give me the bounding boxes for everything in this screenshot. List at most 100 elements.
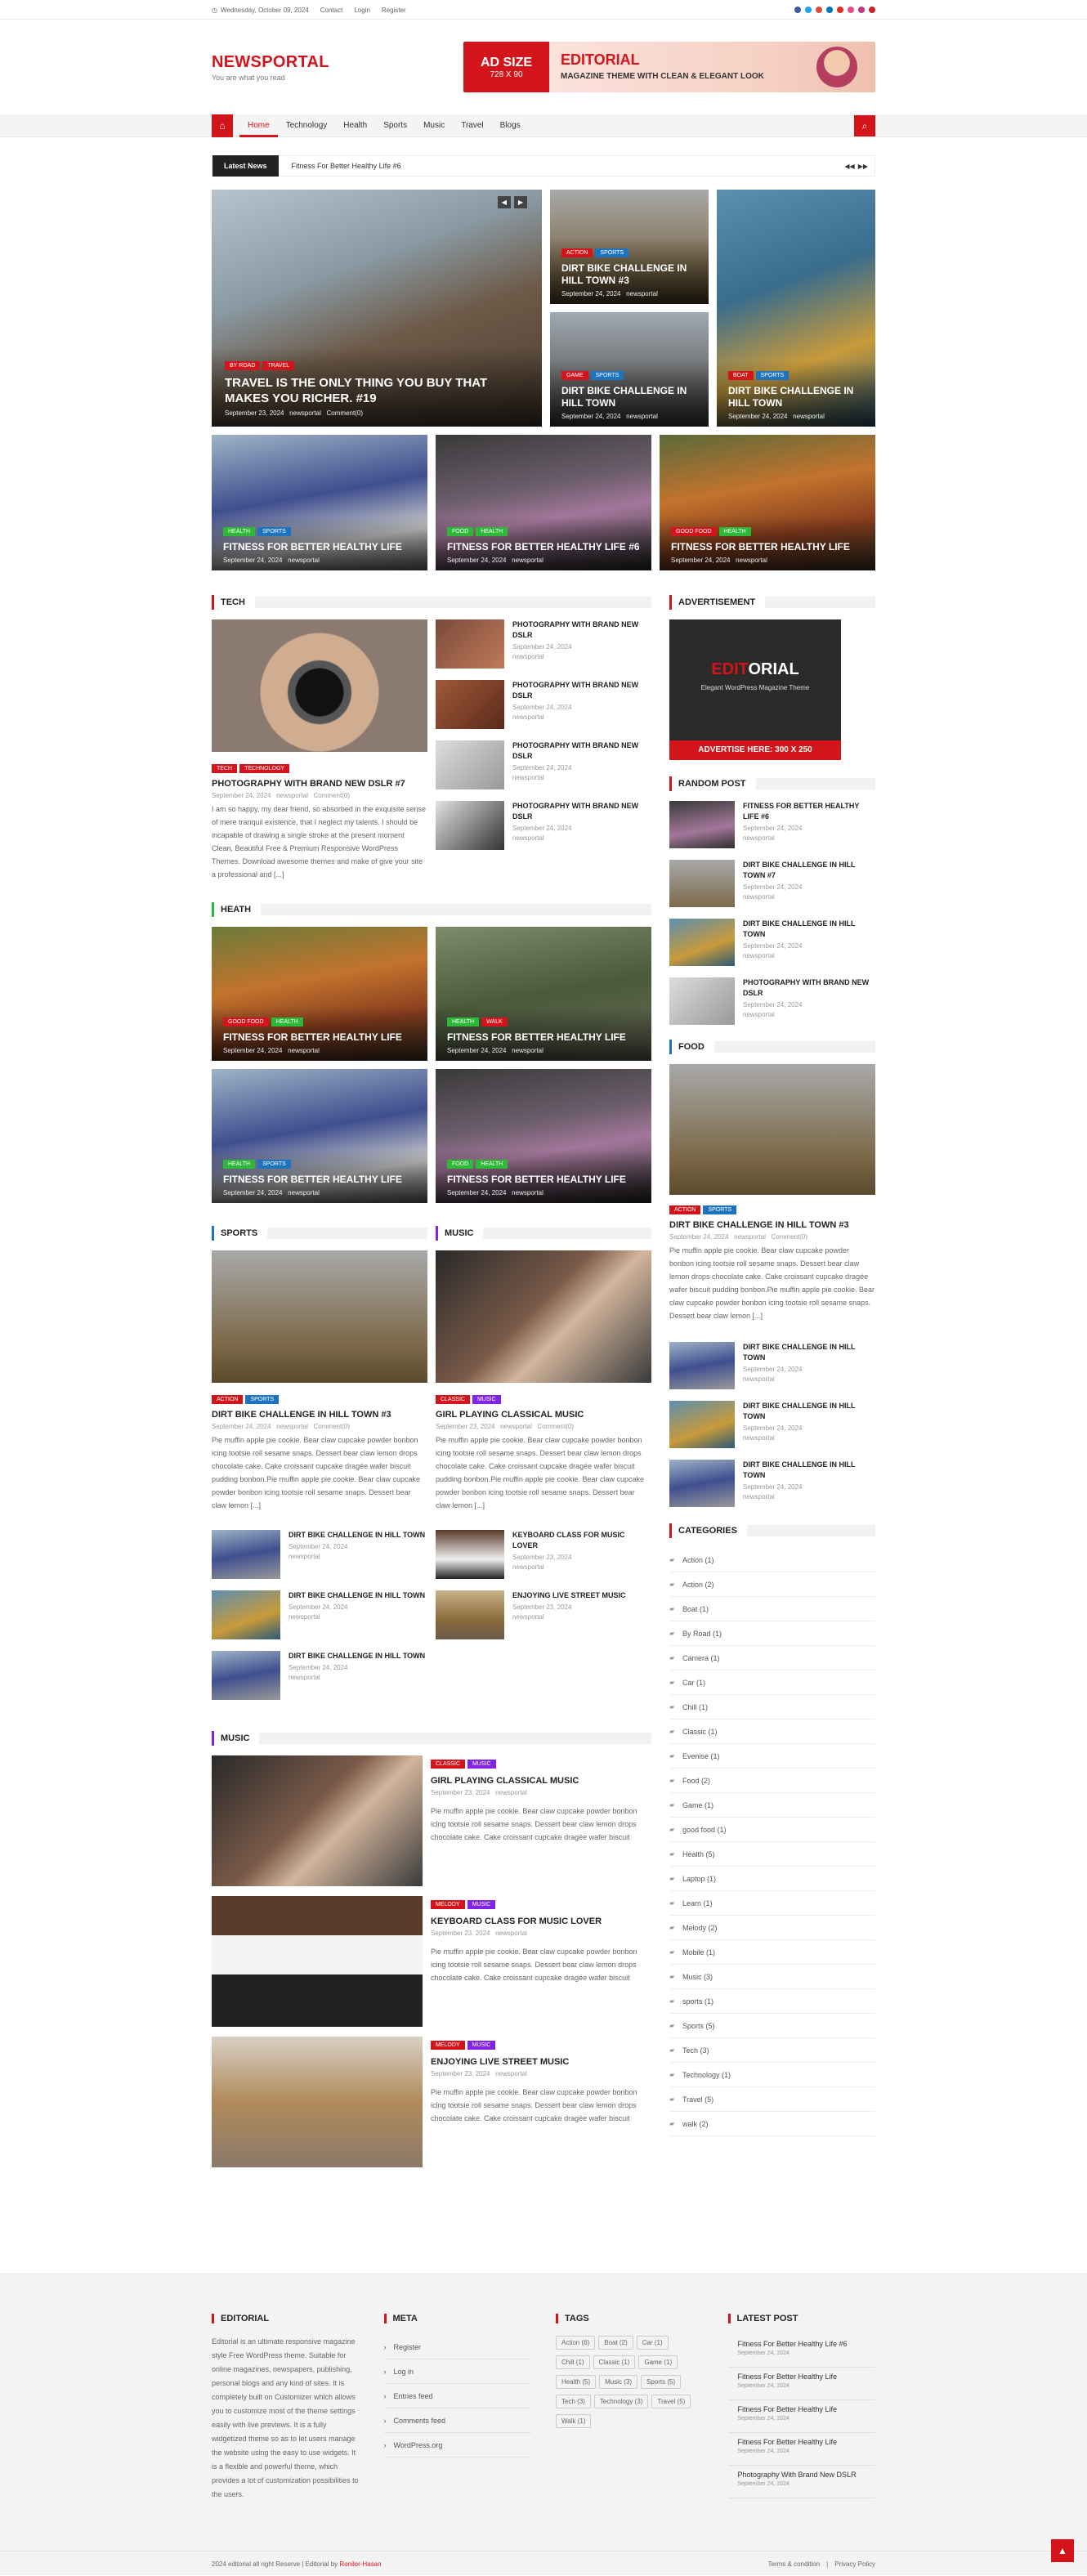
post-title[interactable]: DIRT BIKE CHALLENGE IN HILL TOWN #3 bbox=[212, 1409, 427, 1420]
tag-cloud-item[interactable]: Travel (5) bbox=[651, 2395, 691, 2408]
author[interactable]: newsportal bbox=[512, 713, 651, 721]
tag[interactable]: By Road bbox=[225, 361, 261, 370]
author-link[interactable]: Ronilor-Hasan bbox=[339, 2560, 381, 2568]
author[interactable]: newsportal bbox=[289, 1553, 425, 1560]
list-item[interactable]: DIRT BIKE CHALLENGE IN HILL TOWN Septembe… bbox=[669, 1401, 875, 1448]
tag-cloud-item[interactable]: Classic (1) bbox=[593, 2355, 636, 2369]
author[interactable]: newsportal bbox=[495, 1930, 527, 1937]
tag[interactable]: Travel bbox=[262, 361, 295, 370]
tag[interactable]: Sports bbox=[755, 371, 790, 380]
tag[interactable]: Health bbox=[476, 527, 508, 536]
meta-link[interactable]: Entries feed bbox=[383, 2384, 531, 2408]
facebook-icon[interactable] bbox=[794, 7, 801, 13]
tags[interactable]: Music bbox=[467, 2041, 496, 2050]
category-item[interactable]: Mobile (1) bbox=[669, 1940, 875, 1965]
post-title[interactable]: FITNESS FOR BETTER HEALTHY LIFE bbox=[671, 541, 864, 553]
category-item[interactable]: Classic (1) bbox=[669, 1720, 875, 1744]
category-item[interactable]: sports (1) bbox=[669, 1989, 875, 2014]
tags[interactable]: Melody bbox=[431, 2041, 465, 2050]
tag-cloud-item[interactable]: Sports (5) bbox=[641, 2375, 682, 2389]
post-author[interactable]: newsportal bbox=[276, 792, 308, 799]
tag-cloud-item[interactable]: Boat (2) bbox=[598, 2336, 633, 2350]
tag-cloud-item[interactable]: Game (1) bbox=[638, 2355, 678, 2369]
row-post[interactable]: Good Food Health FITNESS FOR BETTER HEALTH… bbox=[660, 435, 875, 570]
post-author[interactable]: newsportal bbox=[512, 557, 544, 564]
tags[interactable]: Sports bbox=[245, 1395, 280, 1404]
tag-cloud-item[interactable]: Walk (1) bbox=[556, 2414, 592, 2428]
author[interactable]: newsportal bbox=[743, 1434, 875, 1442]
row-post[interactable]: Health Sports FITNESS FOR BETTER HEALTHY L… bbox=[212, 435, 427, 570]
category-item[interactable]: By Road (1) bbox=[669, 1621, 875, 1646]
login-link[interactable]: Login bbox=[354, 7, 370, 14]
linkedin-icon[interactable] bbox=[826, 7, 833, 13]
tag[interactable]: Good Food bbox=[671, 527, 717, 536]
category-item[interactable]: Melody (2) bbox=[669, 1916, 875, 1940]
list-item[interactable]: DIRT BIKE CHALLENGE IN HILL TOWN Septembe… bbox=[669, 919, 875, 966]
latest-post-item[interactable]: Fitness For Better Healthy Life September… bbox=[727, 2368, 876, 2400]
tags[interactable]: Health bbox=[271, 1017, 303, 1026]
post-author[interactable]: newsportal bbox=[626, 290, 658, 297]
dribbble-icon[interactable] bbox=[848, 7, 854, 13]
title[interactable]: PHOTOGRAPHY WITH BRAND NEW DSLR bbox=[512, 680, 651, 701]
tag[interactable]: Technology bbox=[239, 764, 290, 773]
latest-post-item[interactable]: Fitness For Better Healthy Life September… bbox=[727, 2400, 876, 2433]
tags[interactable]: Classic bbox=[431, 1760, 465, 1769]
tag-cloud-item[interactable]: Music (3) bbox=[599, 2375, 638, 2389]
tags[interactable]: Health bbox=[447, 1017, 480, 1026]
author[interactable]: newsportal bbox=[743, 952, 875, 959]
site-logo[interactable]: NEWSPORTAL bbox=[212, 53, 329, 72]
title[interactable]: ENJOYING LIVE STREET MUSIC bbox=[431, 2056, 651, 2068]
google-plus-icon[interactable] bbox=[816, 7, 822, 13]
category-item[interactable]: Action (2) bbox=[669, 1572, 875, 1597]
author[interactable]: newsportal bbox=[512, 1047, 544, 1054]
category-item[interactable]: Health (5) bbox=[669, 1842, 875, 1867]
tags[interactable]: Action bbox=[669, 1205, 701, 1214]
tech-main-post[interactable]: Tech Technology PHOTOGRAPHY WITH BRAND NE… bbox=[212, 619, 427, 881]
post-title[interactable]: FITNESS FOR BETTER HEALTHY LIFE bbox=[223, 541, 416, 553]
pinterest-icon[interactable] bbox=[869, 7, 875, 13]
tags[interactable]: Health bbox=[223, 1160, 256, 1169]
latest-post-title[interactable]: Fitness For Better Healthy Life bbox=[738, 2405, 876, 2413]
comments[interactable]: Comment(0) bbox=[538, 1423, 574, 1430]
contact-link[interactable]: Contact bbox=[320, 7, 343, 14]
author[interactable]: newsportal bbox=[512, 1563, 651, 1571]
category-item[interactable]: Music (3) bbox=[669, 1965, 875, 1989]
home-icon[interactable]: ⌂ bbox=[212, 114, 233, 137]
post-title[interactable]: GIRL PLAYING CLASSICAL MUSIC bbox=[436, 1409, 651, 1420]
ticker-next-icon[interactable]: ▶▶ bbox=[858, 163, 868, 170]
title[interactable]: DIRT BIKE CHALLENGE IN HILL TOWN bbox=[743, 1342, 875, 1363]
title[interactable]: FITNESS FOR BETTER HEALTHY LIFE bbox=[447, 1031, 640, 1044]
category-item[interactable]: Food (2) bbox=[669, 1769, 875, 1793]
heath-card[interactable]: Good Food Health FITNESS FOR BETTER HEALTH… bbox=[212, 927, 427, 1061]
list-item[interactable]: PHOTOGRAPHY WITH BRAND NEW DSLR September… bbox=[436, 619, 651, 669]
latest-post-title[interactable]: Photography With Brand New DSLR bbox=[738, 2471, 876, 2479]
meta-link[interactable]: Comments feed bbox=[383, 2408, 531, 2433]
author[interactable]: newsportal bbox=[743, 1493, 875, 1500]
tags[interactable]: Good Food bbox=[223, 1017, 269, 1026]
category-item[interactable]: Game (1) bbox=[669, 1793, 875, 1818]
list-item[interactable]: DIRT BIKE CHALLENGE IN HILL TOWN Septembe… bbox=[212, 1590, 427, 1639]
latest-post-title[interactable]: Fitness For Better Healthy Life bbox=[738, 2373, 876, 2381]
list-item[interactable]: DIRT BIKE CHALLENGE IN HILL TOWN Septembe… bbox=[669, 1460, 875, 1507]
author[interactable]: newsportal bbox=[734, 1233, 766, 1241]
title[interactable]: DIRT BIKE CHALLENGE IN HILL TOWN bbox=[743, 1401, 875, 1422]
tag[interactable]: Boat bbox=[728, 371, 754, 380]
meta-link[interactable]: WordPress.org bbox=[383, 2433, 531, 2457]
category-item[interactable]: Chill (1) bbox=[669, 1695, 875, 1720]
tag-cloud-item[interactable]: Health (5) bbox=[556, 2375, 597, 2389]
title[interactable]: FITNESS FOR BETTER HEALTHY LIFE #6 bbox=[743, 801, 875, 822]
post-author[interactable]: newsportal bbox=[288, 557, 320, 564]
tags[interactable]: Music bbox=[472, 1395, 501, 1404]
post-image[interactable] bbox=[436, 1250, 651, 1383]
tag[interactable]: Food bbox=[447, 527, 474, 536]
title[interactable]: DIRT BIKE CHALLENGE IN HILL TOWN bbox=[289, 1530, 425, 1541]
tags[interactable]: Music bbox=[467, 1900, 496, 1909]
list-item[interactable]: DIRT BIKE CHALLENGE IN HILL TOWN Septembe… bbox=[669, 1342, 875, 1389]
comments[interactable]: Comment(0) bbox=[772, 1233, 807, 1241]
tag[interactable]: Tech bbox=[212, 764, 238, 773]
category-item[interactable]: walk (2) bbox=[669, 2112, 875, 2136]
category-item[interactable]: Action (1) bbox=[669, 1548, 875, 1572]
ad-cta[interactable]: ADVERTISE HERE: 300 X 250 bbox=[669, 740, 841, 760]
title[interactable]: FITNESS FOR BETTER HEALTHY LIFE bbox=[223, 1031, 416, 1044]
post-author[interactable]: newsportal bbox=[736, 557, 767, 564]
